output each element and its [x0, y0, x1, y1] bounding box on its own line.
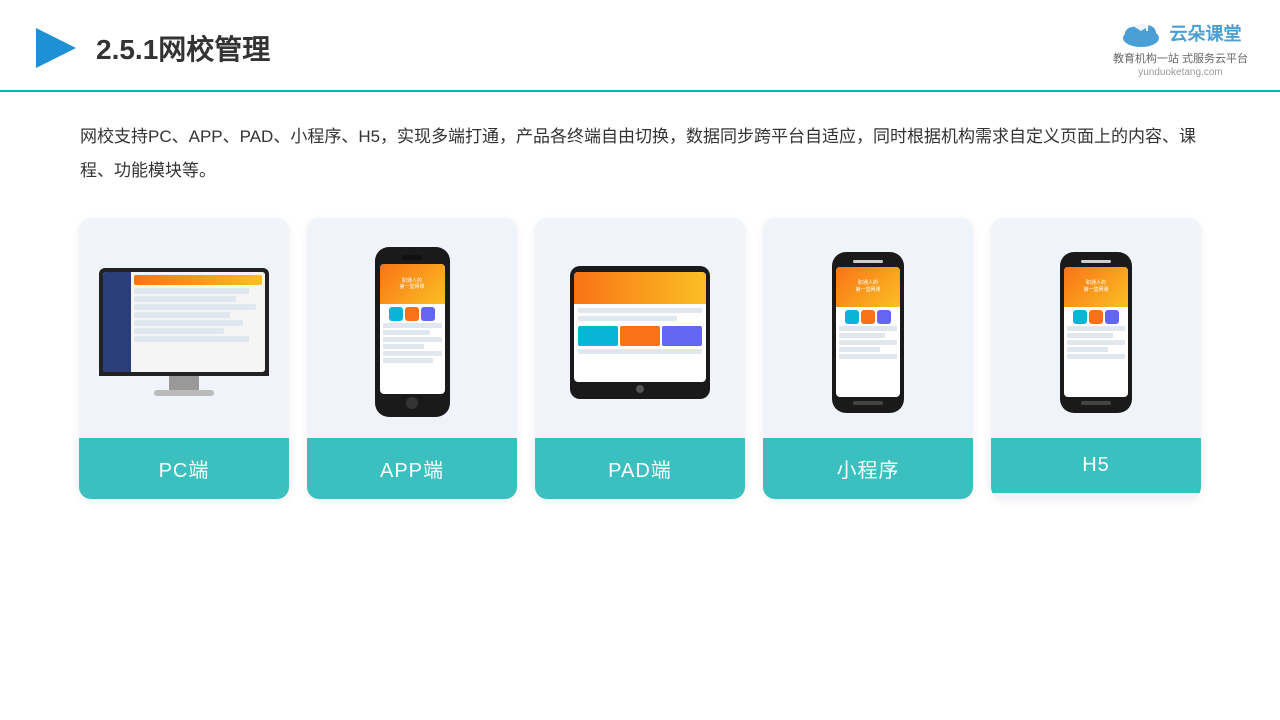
- logo-cloud: 云朵课堂: [1119, 18, 1241, 48]
- pad-image-area: [535, 218, 745, 438]
- h5-image-area: 职通人的第一堂网课: [991, 218, 1201, 438]
- logo-name: 云朵课堂: [1169, 20, 1241, 46]
- phone-h5: 职通人的第一堂网课: [1060, 252, 1132, 413]
- app-card: 职通人的第一堂网课: [307, 218, 517, 499]
- pad-label: PAD端: [535, 438, 745, 499]
- tablet: [570, 266, 710, 399]
- h5-card: 职通人的第一堂网课: [991, 218, 1201, 499]
- miniprogram-label: 小程序: [763, 438, 973, 499]
- pc-label: PC端: [79, 438, 289, 499]
- logo-url: yunduoketang.com: [1138, 67, 1223, 78]
- monitor: [99, 268, 269, 396]
- play-icon: [32, 24, 80, 72]
- app-image-area: 职通人的第一堂网课: [307, 218, 517, 438]
- miniprogram-image-area: 职通人的第一堂网课: [763, 218, 973, 438]
- cloud-icon: [1119, 18, 1163, 48]
- logo-area: 云朵课堂 教育机构一站 式服务云平台 yunduoketang.com: [1113, 18, 1248, 78]
- cards-container: PC端 职通人的第一堂网课: [40, 218, 1240, 499]
- h5-label: H5: [991, 438, 1201, 493]
- miniprogram-card: 职通人的第一堂网课: [763, 218, 973, 499]
- logo-tagline: 教育机构一站 式服务云平台: [1113, 50, 1248, 66]
- description-text: 网校支持PC、APP、PAD、小程序、H5，实现多端打通，产品各终端自由切换，数…: [80, 120, 1200, 188]
- pad-card: PAD端: [535, 218, 745, 499]
- app-label: APP端: [307, 438, 517, 499]
- pc-card: PC端: [79, 218, 289, 499]
- header-left: 2.5.1网校管理: [32, 24, 270, 72]
- phone-mini: 职通人的第一堂网课: [832, 252, 904, 413]
- page-title: 2.5.1网校管理: [96, 28, 270, 68]
- pc-image-area: [79, 218, 289, 438]
- phone-app: 职通人的第一堂网课: [375, 247, 450, 417]
- header: 2.5.1网校管理 云朵课堂 教育机构一站 式服务云平台 yunduoketan…: [0, 0, 1280, 92]
